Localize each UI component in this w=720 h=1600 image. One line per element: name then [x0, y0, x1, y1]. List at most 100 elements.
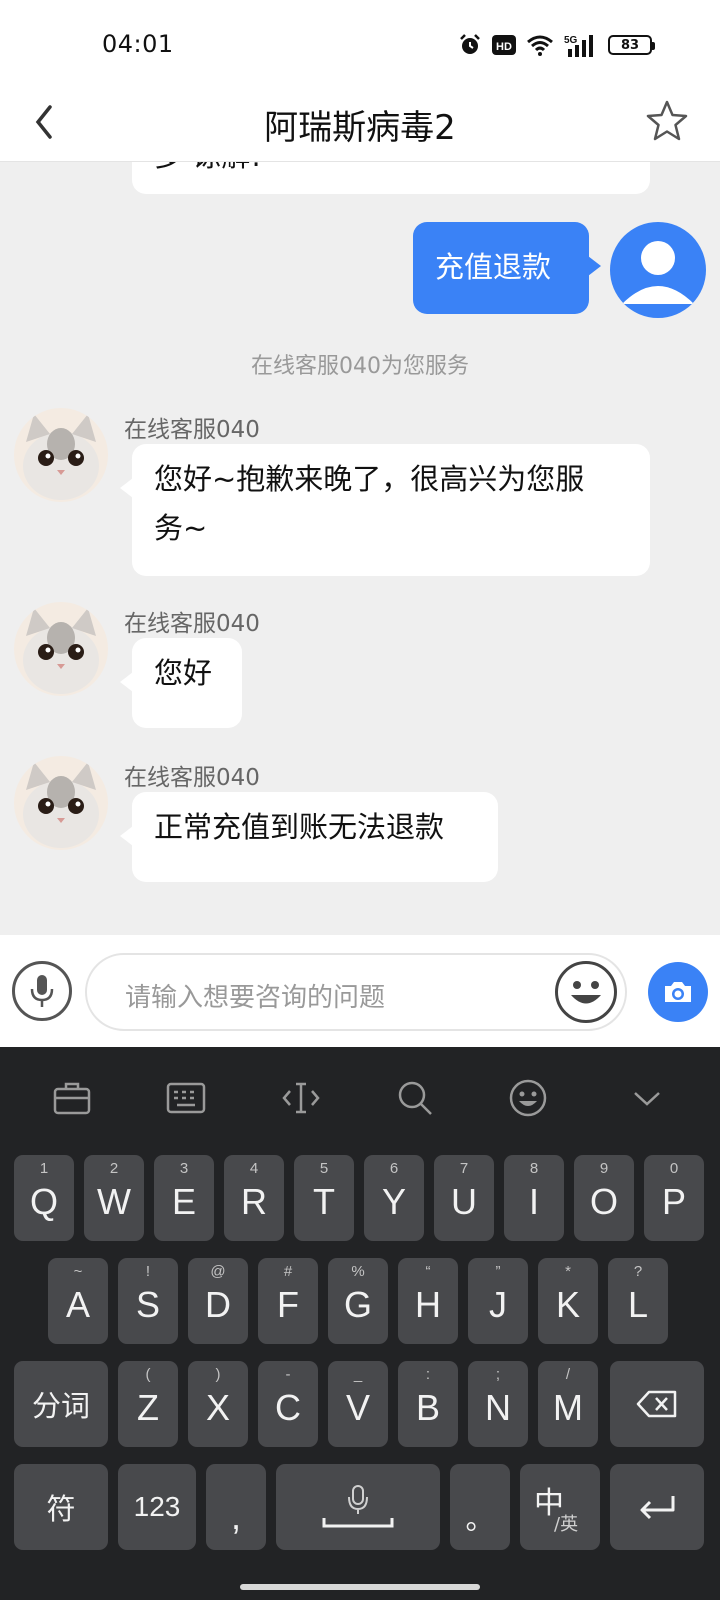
- key-j[interactable]: ” J: [468, 1258, 528, 1344]
- user-message-bubble[interactable]: 充值退款: [413, 222, 601, 314]
- app-header: 阿瑞斯病毒2: [0, 86, 720, 162]
- key-label: S: [135, 1284, 160, 1325]
- voice-input-button[interactable]: [12, 961, 72, 1021]
- message-bubble-partial: 多 谅解!: [132, 162, 650, 194]
- key-a[interactable]: ~ A: [48, 1258, 108, 1344]
- number-key[interactable]: 123: [118, 1464, 196, 1550]
- key-label: C: [275, 1387, 301, 1428]
- key-v[interactable]: _ V: [328, 1361, 388, 1447]
- key-label: 。: [465, 1502, 495, 1536]
- key-w[interactable]: 2W: [84, 1155, 144, 1241]
- key-hint: #: [283, 1263, 293, 1280]
- cat-avatar-icon: [14, 408, 108, 502]
- key-s[interactable]: ! S: [118, 1258, 178, 1344]
- space-key[interactable]: [276, 1464, 440, 1550]
- battery-level: 83: [620, 37, 640, 53]
- key-hint: “: [425, 1263, 431, 1280]
- network-label: 5G: [564, 35, 578, 46]
- home-indicator[interactable]: [240, 1584, 480, 1590]
- key-label-en: /英: [554, 1514, 579, 1535]
- comma-key[interactable]: ,: [206, 1464, 266, 1550]
- key-hint: 2: [109, 1160, 119, 1177]
- message-input-bar: 请输入想要咨询的问题: [0, 935, 720, 1047]
- key-hint: 6: [389, 1160, 399, 1177]
- key-z[interactable]: (Z: [118, 1361, 178, 1447]
- key-label: A: [65, 1284, 90, 1325]
- emoji-button[interactable]: [555, 961, 617, 1023]
- key-label: P: [661, 1181, 686, 1222]
- battery-indicator: 83: [608, 35, 655, 55]
- agent-avatar[interactable]: [14, 756, 108, 850]
- key-hint: 0: [669, 1160, 679, 1177]
- key-k[interactable]: * K: [538, 1258, 598, 1344]
- key-l[interactable]: ? L: [608, 1258, 668, 1344]
- key-p[interactable]: 0P: [644, 1155, 704, 1241]
- key-u[interactable]: 7U: [434, 1155, 494, 1241]
- message-text-line: 您好~抱歉来晚了，很高兴为您服: [154, 462, 585, 496]
- key-b[interactable]: :B: [398, 1361, 458, 1447]
- user-icon: [622, 241, 694, 304]
- key-t[interactable]: 5T: [294, 1155, 354, 1241]
- cat-avatar-icon: [14, 602, 108, 696]
- key-label: U: [451, 1181, 477, 1222]
- keyboard-switch-button[interactable]: [161, 1073, 211, 1123]
- period-key[interactable]: 。: [450, 1464, 510, 1550]
- fenci-key[interactable]: 分词: [14, 1361, 108, 1447]
- key-label: X: [205, 1387, 230, 1428]
- camera-button[interactable]: [648, 962, 708, 1022]
- language-switch-key[interactable]: 中 /英: [520, 1464, 600, 1550]
- alarm-icon: [460, 34, 480, 54]
- agent-message-bubble[interactable]: 正常充值到账无法退款: [120, 792, 498, 882]
- key-hint: 8: [529, 1160, 539, 1177]
- agent-name: 在线客服040: [124, 765, 260, 791]
- key-o[interactable]: 9O: [574, 1155, 634, 1241]
- emoji-icon: [509, 1079, 547, 1117]
- key-hint: ~: [73, 1263, 83, 1280]
- key-label: W: [97, 1181, 131, 1222]
- key-hint: _: [353, 1366, 363, 1383]
- agent-avatar[interactable]: [14, 408, 108, 502]
- key-i[interactable]: 8I: [504, 1155, 564, 1241]
- question-input[interactable]: 请输入想要咨询的问题: [85, 953, 627, 1031]
- agent-message-bubble[interactable]: 您好: [120, 638, 242, 728]
- key-g[interactable]: % G: [328, 1258, 388, 1344]
- key-label: O: [589, 1181, 618, 1222]
- keyboard-icon: [166, 1082, 206, 1114]
- message-text: 正常充值到账无法退款: [154, 810, 445, 844]
- key-n[interactable]: ; N: [468, 1361, 528, 1447]
- symbol-key[interactable]: 符: [14, 1464, 108, 1550]
- collapse-keyboard-button[interactable]: [622, 1073, 672, 1123]
- key-c[interactable]: -C: [258, 1361, 318, 1447]
- key-m[interactable]: / M: [538, 1361, 598, 1447]
- collapse-icon: [634, 1092, 660, 1106]
- key-e[interactable]: 3E: [154, 1155, 214, 1241]
- key-hint: :: [425, 1366, 431, 1383]
- user-avatar[interactable]: [610, 222, 706, 318]
- search-button[interactable]: [390, 1073, 440, 1123]
- key-y[interactable]: 6Y: [364, 1155, 424, 1241]
- emoji-panel-button[interactable]: [503, 1073, 553, 1123]
- agent-avatar[interactable]: [14, 602, 108, 696]
- cursor-button[interactable]: [276, 1073, 326, 1123]
- toolbox-button[interactable]: [47, 1073, 97, 1123]
- key-f[interactable]: # F: [258, 1258, 318, 1344]
- favorite-button[interactable]: [642, 96, 692, 146]
- message-text-line: 务~: [154, 511, 208, 545]
- enter-key[interactable]: [610, 1464, 704, 1550]
- key-label: V: [345, 1387, 370, 1428]
- key-label: N: [485, 1387, 511, 1428]
- key-r[interactable]: 4R: [224, 1155, 284, 1241]
- key-hint: 5: [319, 1160, 329, 1177]
- key-label: M: [553, 1387, 583, 1428]
- enter-icon: [640, 1496, 675, 1520]
- key-d[interactable]: @ D: [188, 1258, 248, 1344]
- space-mic-icon: [322, 1485, 394, 1528]
- agent-message-bubble[interactable]: 您好~抱歉来晚了，很高兴为您服 务~: [120, 444, 650, 576]
- chat-area[interactable]: 多 谅解! 充值退款 在线客服040为您服务 在线客服040 您好~抱歉来晚了，…: [0, 162, 720, 935]
- star-outline-icon: [646, 100, 688, 141]
- hd-icon: HD: [492, 35, 516, 55]
- key-h[interactable]: “H: [398, 1258, 458, 1344]
- key-x[interactable]: ) X: [188, 1361, 248, 1447]
- key-q[interactable]: 1Q: [14, 1155, 74, 1241]
- backspace-key[interactable]: [610, 1361, 704, 1447]
